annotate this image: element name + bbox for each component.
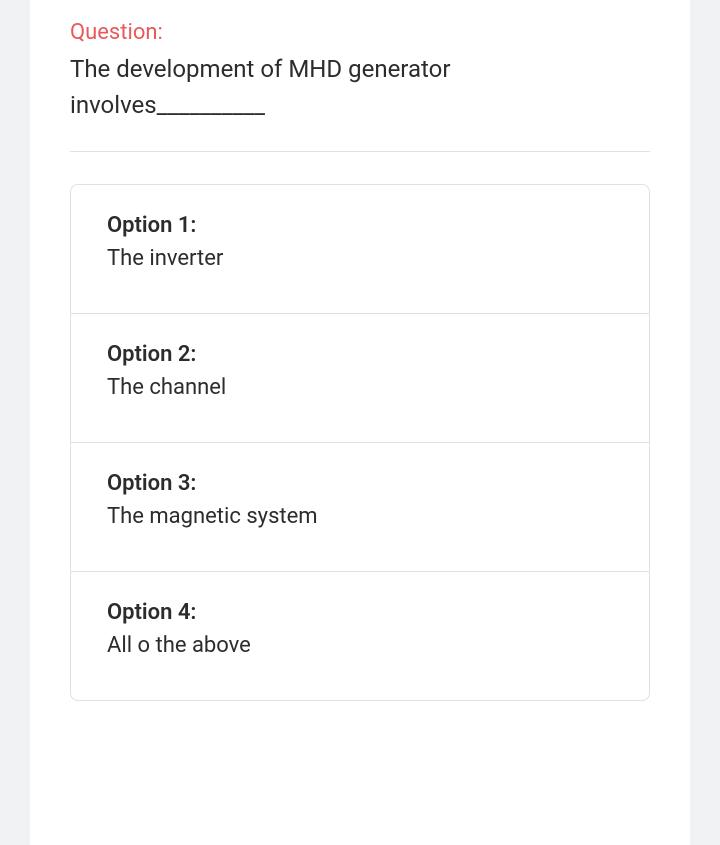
option-text: The magnetic system [107,504,613,529]
question-card: Question: The development of MHD generat… [30,0,690,845]
option-text: The inverter [107,246,613,271]
option-label: Option 2: [107,342,613,367]
option-label: Option 3: [107,471,613,496]
option-item-1[interactable]: Option 1: The inverter [71,185,649,314]
option-item-3[interactable]: Option 3: The magnetic system [71,443,649,572]
options-container: Option 1: The inverter Option 2: The cha… [70,184,650,701]
option-text: All o the above [107,633,613,658]
option-item-4[interactable]: Option 4: All o the above [71,572,649,700]
divider [70,151,650,152]
option-label: Option 4: [107,600,613,625]
question-label: Question: [70,20,650,45]
option-text: The channel [107,375,613,400]
question-text: The development of MHD generator involve… [70,51,650,123]
option-label: Option 1: [107,213,613,238]
option-item-2[interactable]: Option 2: The channel [71,314,649,443]
